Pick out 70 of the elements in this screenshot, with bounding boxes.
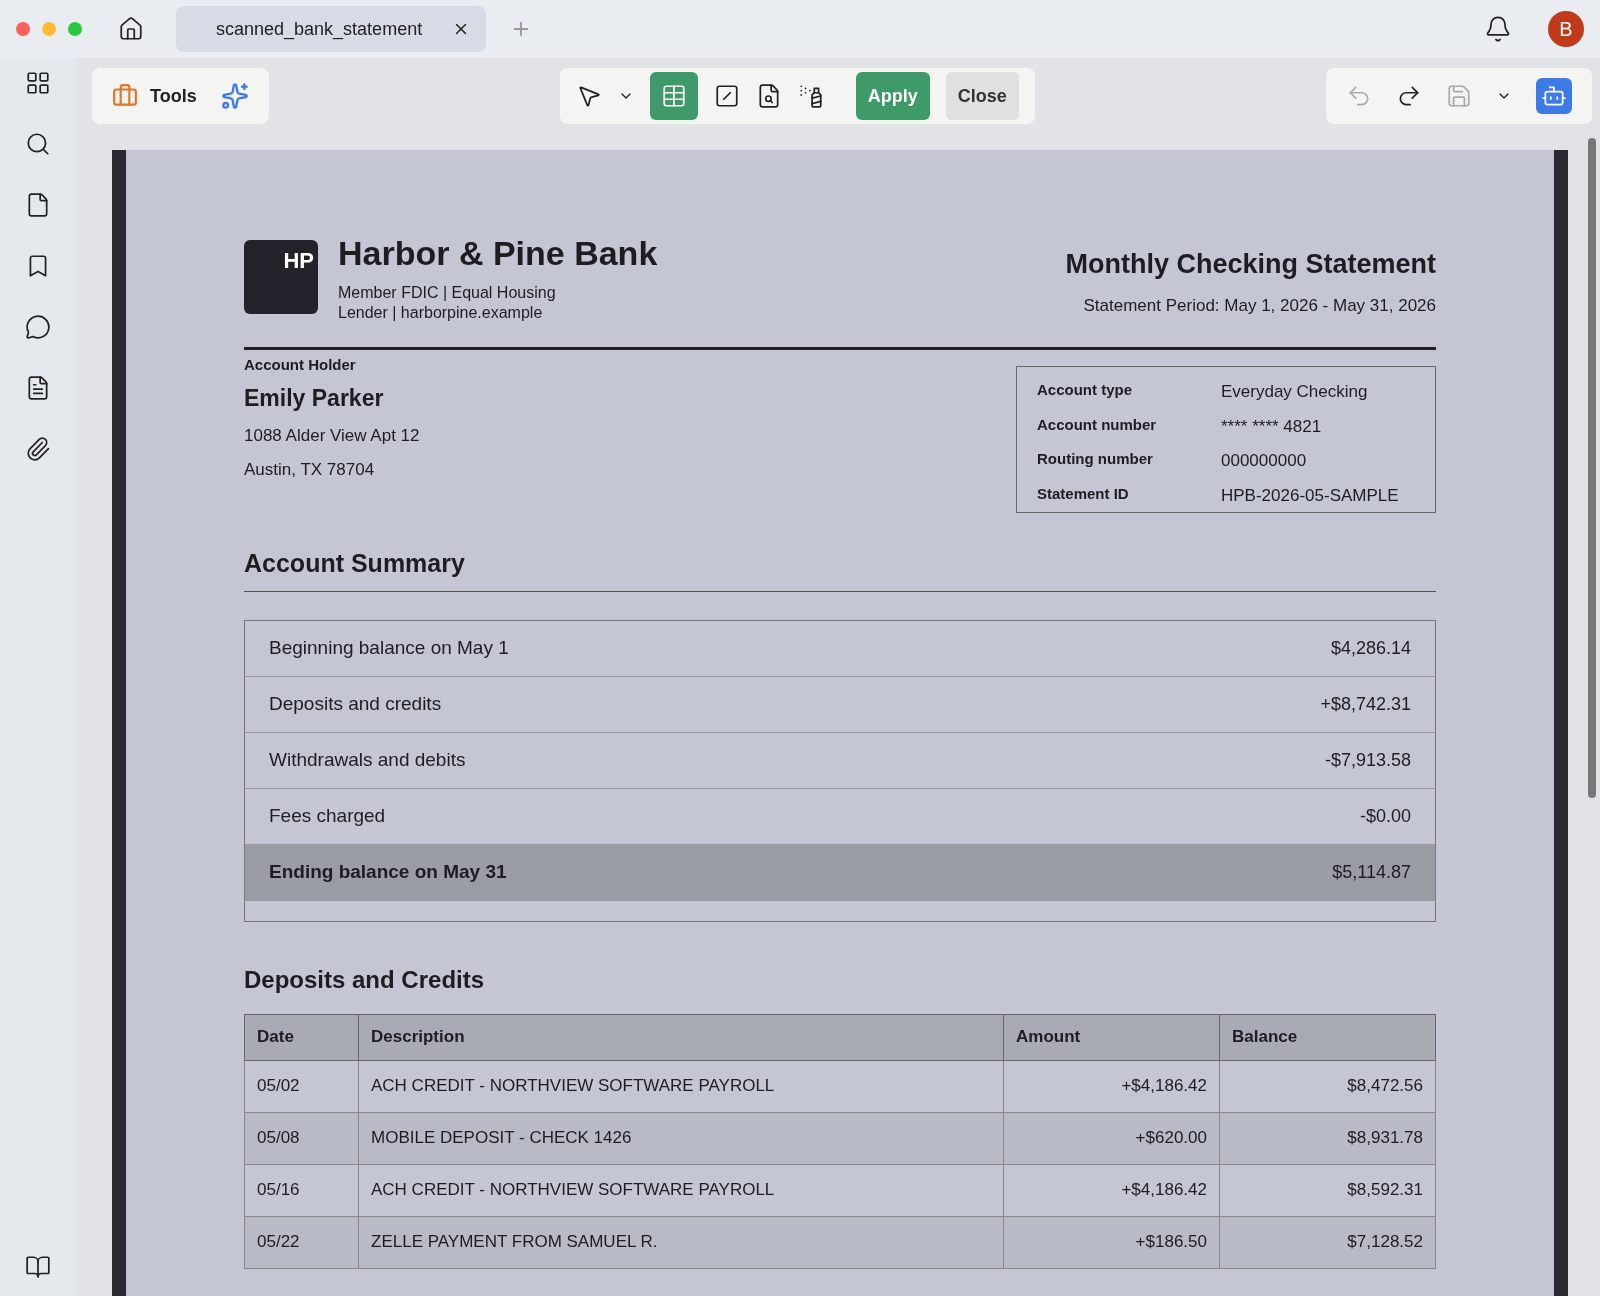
form-icon[interactable] xyxy=(25,375,51,401)
detail-value: 000000000 xyxy=(1221,450,1308,472)
scrollbar-thumb[interactable] xyxy=(1588,138,1596,798)
paperclip-icon[interactable] xyxy=(25,436,51,462)
sparkle-icon[interactable] xyxy=(220,82,249,110)
column-header: Balance xyxy=(1219,1014,1436,1060)
summary-label: Beginning balance on May 1 xyxy=(269,635,509,660)
detail-label: Statement ID xyxy=(1037,483,1130,504)
detail-label: Account number xyxy=(1037,414,1158,435)
column-header: Description xyxy=(358,1014,1004,1060)
section-title: Account Summary xyxy=(244,545,1436,592)
address-line: 1088 Alder View Apt 12 xyxy=(244,425,420,447)
table-cell: $7,128.52 xyxy=(1219,1216,1436,1268)
detail-value: **** **** 4821 xyxy=(1221,415,1323,438)
table-cell: +$620.00 xyxy=(1003,1112,1220,1164)
tab-title: scanned_bank_statement xyxy=(216,17,423,42)
detail-label: Account type xyxy=(1037,380,1133,400)
detail-value: Everyday Checking xyxy=(1221,381,1369,403)
tools-button[interactable]: Tools xyxy=(112,82,197,110)
section-title: Deposits and Credits xyxy=(244,964,486,995)
holder-name: Emily Parker xyxy=(244,383,385,413)
summary-label: Withdrawals and debits xyxy=(269,747,466,772)
comment-icon[interactable] xyxy=(25,314,51,340)
summary-amount: $4,286.14 xyxy=(1330,636,1411,660)
close-button[interactable]: Close xyxy=(945,72,1019,120)
bank-tagline: Member FDIC | Equal Housing Lender | harborpine.example xyxy=(338,283,557,323)
summary-amount: $5,114.87 xyxy=(1332,861,1411,884)
spray-bottle-icon[interactable] xyxy=(797,83,824,109)
table-cell: ACH CREDIT - NORTHVIEW SOFTWARE PAYROLL xyxy=(358,1164,1004,1216)
summary-label: Deposits and credits xyxy=(269,691,442,716)
detail-label: Routing number xyxy=(1037,449,1154,469)
bank-logo: HP xyxy=(244,240,318,314)
column-header: Date xyxy=(244,1014,359,1060)
summary-label: Ending balance on May 31 xyxy=(269,860,507,885)
table-cell: 05/22 xyxy=(244,1216,359,1268)
table-cell: $8,931.78 xyxy=(1219,1112,1436,1164)
statement-title: Monthly Checking Statement xyxy=(1065,248,1436,281)
column-header: Amount xyxy=(1003,1014,1220,1060)
notification-icon[interactable] xyxy=(1484,15,1512,43)
table-cell: 05/02 xyxy=(244,1060,359,1112)
table-cell: +$4,186.42 xyxy=(1003,1060,1220,1112)
summary-amount: -$0.00 xyxy=(1359,804,1411,828)
summary-label: Fees charged xyxy=(269,803,386,828)
table-cell: 05/16 xyxy=(244,1164,359,1216)
table-cell: +$4,186.42 xyxy=(1003,1164,1220,1216)
book-icon[interactable] xyxy=(25,1254,51,1280)
address-line: Austin, TX 78704 xyxy=(244,458,376,481)
search-icon[interactable] xyxy=(25,131,51,157)
table-cell: +$186.50 xyxy=(1003,1216,1220,1268)
apps-grid-icon[interactable] xyxy=(25,70,51,96)
statement-period: Statement Period: May 1, 2026 - May 31, 2026 xyxy=(1082,294,1436,317)
table-cell: $8,472.56 xyxy=(1219,1060,1436,1112)
table-cell: $8,592.31 xyxy=(1219,1164,1436,1216)
summary-amount: -$7,913.58 xyxy=(1324,748,1411,772)
document-tab[interactable]: scanned_bank_statement xyxy=(176,6,486,52)
page-icon[interactable] xyxy=(25,192,51,218)
table-cell: ACH CREDIT - NORTHVIEW SOFTWARE PAYROLL xyxy=(358,1060,1004,1112)
toolbox-icon xyxy=(112,83,138,109)
table-icon[interactable] xyxy=(649,72,698,120)
table-cell: MOBILE DEPOSIT - CHECK 1426 xyxy=(358,1112,1004,1164)
table-cell: 05/08 xyxy=(244,1112,359,1164)
detail-value: HPB-2026-05-SAMPLE xyxy=(1221,484,1400,507)
close-window-button[interactable] xyxy=(16,22,30,36)
holder-label: Account Holder xyxy=(244,355,357,375)
home-icon[interactable] xyxy=(118,16,144,42)
table-cell: ZELLE PAYMENT FROM SAMUEL R. xyxy=(358,1216,1004,1268)
assistant-icon[interactable] xyxy=(1536,78,1572,114)
user-avatar[interactable]: B xyxy=(1548,11,1584,47)
summary-amount: +$8,742.31 xyxy=(1320,692,1411,716)
bank-name: Harbor & Pine Bank xyxy=(338,233,658,274)
